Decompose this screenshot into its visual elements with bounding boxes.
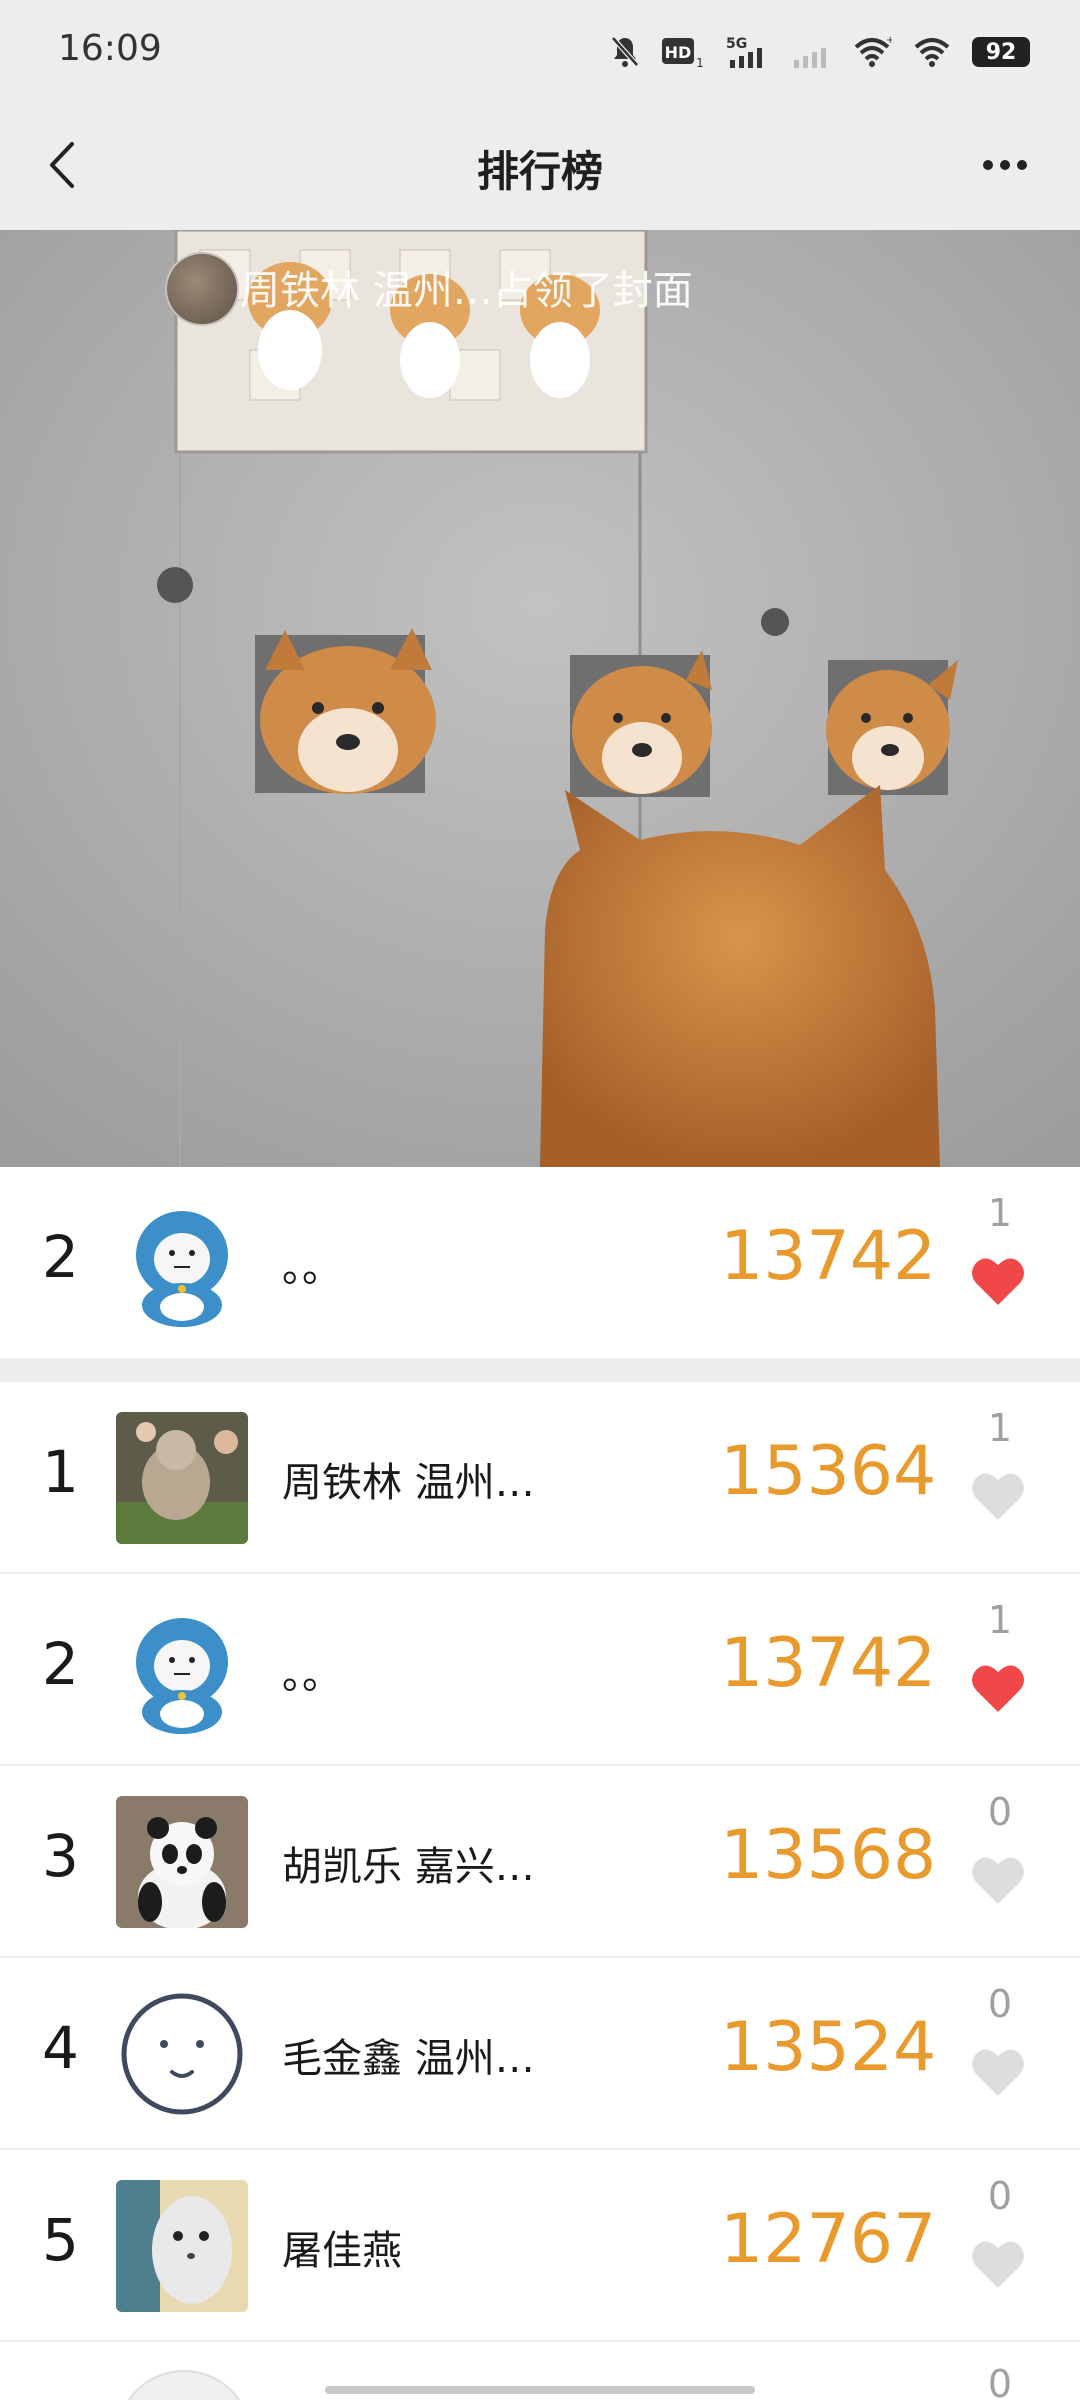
rank-number: 4 xyxy=(42,2014,79,2082)
avatar[interactable] xyxy=(116,1197,248,1329)
heart-icon[interactable] xyxy=(970,1470,1026,1522)
avatar[interactable] xyxy=(116,1412,248,1544)
avatar[interactable] xyxy=(116,1988,248,2120)
user-name: 周铁林 温州… xyxy=(282,1460,535,1506)
svg-text:1: 1 xyxy=(696,56,704,69)
mute-bell-icon xyxy=(611,36,639,67)
my-rank-row[interactable]: 2 。。 13742 1 xyxy=(0,1167,1080,1357)
ghost-avatar xyxy=(116,2180,248,2312)
smiley-avatar xyxy=(116,1988,248,2120)
like-count: 0 xyxy=(987,1982,1013,2026)
signal-icon xyxy=(794,48,826,68)
home-indicator[interactable] xyxy=(325,2386,755,2394)
heart-icon[interactable] xyxy=(970,1255,1026,1307)
rank-number: 1 xyxy=(42,1438,79,1506)
cover-owner-avatar xyxy=(165,252,239,326)
like-count: 0 xyxy=(987,1790,1013,1834)
step-count: 13568 xyxy=(720,1816,937,1895)
wifi-icon xyxy=(914,38,950,67)
step-count: 13524 xyxy=(720,2008,937,2087)
cover-caption: 周铁林 温州…占领了封面 xyxy=(165,252,693,326)
ranking-row-5[interactable]: 5 屠佳燕 12767 0 xyxy=(0,2150,1080,2340)
status-bar: 16:09 HD 1 5G + 92 xyxy=(0,0,1080,100)
wifi-icon: + xyxy=(854,35,892,67)
heart-icon[interactable] xyxy=(970,1854,1026,1906)
svg-text:5G: 5G xyxy=(726,36,747,52)
5g-signal-icon: 5G xyxy=(726,36,762,68)
avatar[interactable] xyxy=(116,1796,248,1928)
like-count: 1 xyxy=(987,1406,1013,1450)
battery-indicator: 92 xyxy=(972,37,1030,67)
like-count: 0 xyxy=(987,2174,1013,2218)
status-time: 16:09 xyxy=(58,28,162,69)
user-name: 。。 xyxy=(282,1652,342,1698)
cover-banner[interactable]: 周铁林 温州…占领了封面 xyxy=(0,230,1080,1167)
heart-icon[interactable] xyxy=(970,1662,1026,1714)
bear-photo-avatar xyxy=(116,1412,248,1544)
ranking-row-4[interactable]: 4 毛金鑫 温州… 13524 0 xyxy=(0,1958,1080,2148)
cover-photo xyxy=(0,230,1080,1167)
section-divider xyxy=(0,1358,1080,1382)
heart-icon[interactable] xyxy=(970,2238,1026,2290)
step-count: 12767 xyxy=(720,2200,937,2279)
rank-number: 2 xyxy=(42,1223,79,1291)
ranking-row-1[interactable]: 1 周铁林 温州… 15364 1 xyxy=(0,1382,1080,1572)
like-count: 1 xyxy=(987,1598,1013,1642)
avatar[interactable] xyxy=(116,1604,248,1736)
page-title: 排行榜 xyxy=(476,147,603,196)
step-count: 13742 xyxy=(720,1624,937,1703)
cover-caption-text: 周铁林 温州…占领了封面 xyxy=(240,268,693,314)
avatar[interactable] xyxy=(116,2370,252,2400)
panda-avatar xyxy=(116,1796,248,1928)
heart-icon[interactable] xyxy=(970,2046,1026,2098)
svg-text:+: + xyxy=(886,35,892,46)
user-name: 胡凯乐 嘉兴… xyxy=(282,1844,535,1890)
like-count: 1 xyxy=(987,1191,1013,1235)
step-count: 15364 xyxy=(720,1432,937,1511)
like-count: 0 xyxy=(987,2362,1013,2400)
step-count: 13742 xyxy=(720,1217,937,1296)
user-name: 屠佳燕 xyxy=(282,2228,402,2274)
ranking-row-2[interactable]: 2 。。 13742 1 xyxy=(0,1574,1080,1764)
more-dots-icon[interactable] xyxy=(960,130,1050,200)
hd-icon: HD 1 xyxy=(662,38,704,69)
rank-number: 3 xyxy=(42,1822,79,1890)
rank-number: 2 xyxy=(42,1630,79,1698)
avatar[interactable] xyxy=(116,2180,248,2312)
ranking-row-3[interactable]: 3 胡凯乐 嘉兴… 13568 0 xyxy=(0,1766,1080,1956)
status-icons: HD 1 5G + 92 xyxy=(610,30,1030,74)
user-name: 。。 xyxy=(282,1245,342,1291)
doraemon-avatar xyxy=(116,1604,248,1736)
nav-bar: 排行榜 xyxy=(0,100,1080,230)
svg-text:HD: HD xyxy=(665,43,692,62)
user-name: 毛金鑫 温州… xyxy=(282,2036,535,2082)
doraemon-avatar xyxy=(116,1197,248,1329)
rank-number: 5 xyxy=(42,2206,79,2274)
